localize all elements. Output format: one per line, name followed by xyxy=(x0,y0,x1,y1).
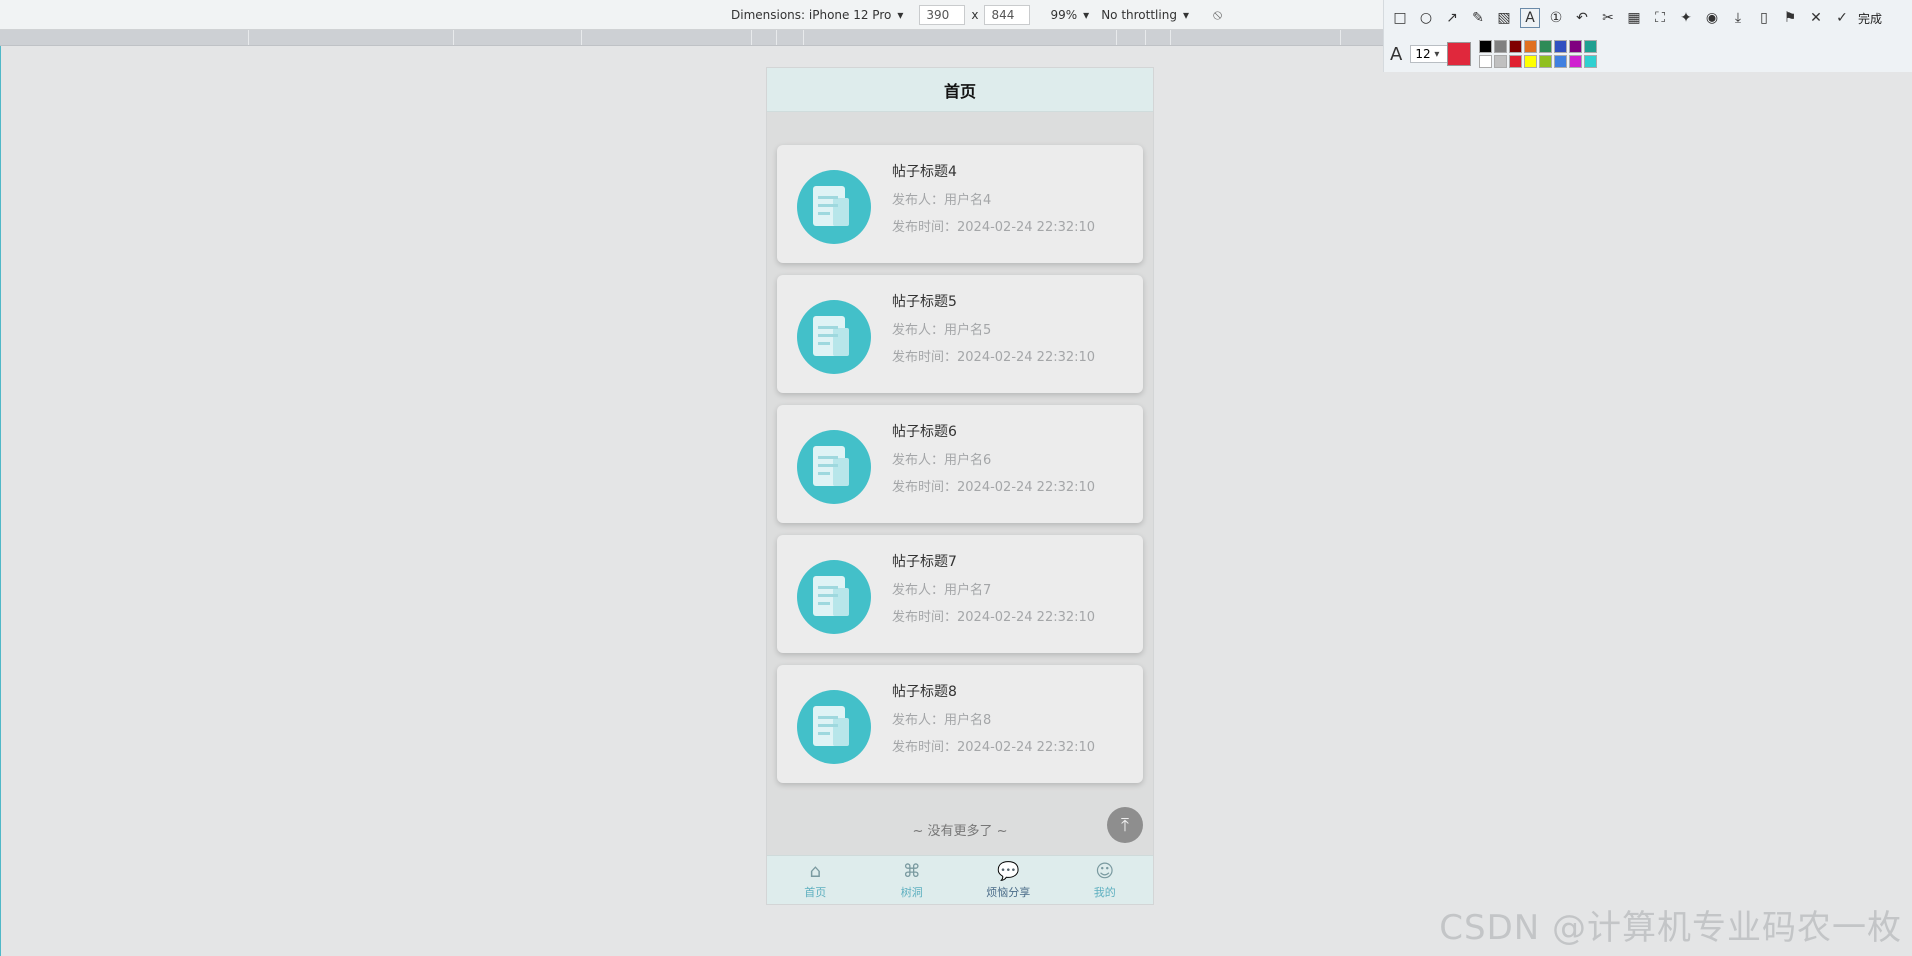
post-author: 发布人：用户名7 xyxy=(892,583,992,598)
times-separator: x xyxy=(971,8,979,22)
pin-icon[interactable]: ✦ xyxy=(1676,8,1696,28)
record-icon[interactable]: ◉ xyxy=(1702,8,1722,28)
chevron-down-icon[interactable]: ▾ xyxy=(1434,49,1439,60)
color-swatch[interactable] xyxy=(1584,40,1598,53)
post-card[interactable]: 帖子标题4 发布人：用户名4 发布时间：2024-02-24 22:32:10 xyxy=(777,145,1143,263)
check-icon[interactable]: ✓ xyxy=(1832,8,1852,28)
home-icon: ⌂ xyxy=(809,860,821,882)
scissors-tool-icon[interactable]: ✂ xyxy=(1598,8,1618,28)
phone-viewport: 首页 帖子标题4 发布人：用户名4 发布时间：2024-02-24 22:32:10… xyxy=(766,67,1154,905)
tab-home[interactable]: ⌂ 首页 xyxy=(767,856,864,904)
tab-label: 首页 xyxy=(804,885,827,899)
device-icon[interactable]: ▯ xyxy=(1754,8,1774,28)
tab-mine[interactable]: ☺ 我的 xyxy=(1057,856,1154,904)
color-swatch[interactable] xyxy=(1584,55,1598,68)
user-icon: ☺ xyxy=(1095,860,1115,882)
color-swatch[interactable] xyxy=(1569,40,1583,53)
color-swatch[interactable] xyxy=(1539,55,1553,68)
done-button[interactable]: 完成 xyxy=(1858,10,1882,27)
undo-icon[interactable]: ↶ xyxy=(1572,8,1592,28)
color-swatch[interactable] xyxy=(1554,55,1568,68)
color-palette xyxy=(1479,40,1598,68)
device-dimensions-group: Dimensions: iPhone 12 Pro ▾ 390 x 844 99… xyxy=(731,5,1222,25)
post-time: 发布时间：2024-02-24 22:32:10 xyxy=(892,740,1096,755)
download-icon[interactable]: ⤓ xyxy=(1728,8,1748,28)
watermark: CSDN @计算机专业码农一枚 xyxy=(1439,908,1902,948)
color-swatch[interactable] xyxy=(1554,40,1568,53)
post-time: 发布时间：2024-02-24 22:32:10 xyxy=(892,480,1096,495)
tab-treehole[interactable]: ⌘ 树洞 xyxy=(864,856,961,904)
text-style-row: A 12 ▾ xyxy=(1390,40,1598,68)
tab-label: 树洞 xyxy=(900,885,923,899)
page-title: 首页 xyxy=(767,68,1153,112)
dimensions-select[interactable]: Dimensions: iPhone 12 Pro xyxy=(731,8,891,22)
post-card[interactable]: 帖子标题8 发布人：用户名8 发布时间：2024-02-24 22:32:10 xyxy=(777,665,1143,783)
tab-share-worries[interactable]: 💬 烦恼分享 xyxy=(960,856,1057,904)
ellipse-tool-icon[interactable]: ○ xyxy=(1416,8,1436,28)
mosaic-tool-icon[interactable]: ▧ xyxy=(1494,8,1514,28)
close-icon[interactable]: ✕ xyxy=(1806,8,1826,28)
rectangle-tool-icon[interactable]: □ xyxy=(1390,8,1410,28)
post-title: 帖子标题6 xyxy=(892,424,957,440)
tab-label: 我的 xyxy=(1093,885,1116,899)
document-icon xyxy=(797,430,871,504)
post-author: 发布人：用户名4 xyxy=(892,193,992,208)
bookmark-icon[interactable]: ⚑ xyxy=(1780,8,1800,28)
color-swatch[interactable] xyxy=(1509,55,1523,68)
chevron-down-icon[interactable]: ▾ xyxy=(897,8,903,22)
color-swatch[interactable] xyxy=(1524,55,1538,68)
post-title: 帖子标题5 xyxy=(892,294,957,310)
post-author: 发布人：用户名5 xyxy=(892,323,992,338)
arrow-tool-icon[interactable]: ↗ xyxy=(1442,8,1462,28)
scan-tool-icon[interactable]: ⛶ xyxy=(1650,8,1670,28)
zoom-select[interactable]: 99% xyxy=(1050,8,1077,22)
color-swatch[interactable] xyxy=(1539,40,1553,53)
treehole-icon: ⌘ xyxy=(902,860,921,882)
post-author: 发布人：用户名6 xyxy=(892,453,992,468)
width-input[interactable]: 390 xyxy=(919,5,966,25)
color-swatch[interactable] xyxy=(1524,40,1538,53)
color-swatch[interactable] xyxy=(1479,40,1493,53)
color-swatch[interactable] xyxy=(1479,55,1493,68)
font-size-icon: A xyxy=(1390,43,1403,65)
document-icon xyxy=(797,560,871,634)
current-color-swatch[interactable] xyxy=(1447,42,1472,66)
color-swatch[interactable] xyxy=(1494,55,1508,68)
pen-tool-icon[interactable]: ✎ xyxy=(1468,8,1488,28)
color-swatch[interactable] xyxy=(1494,40,1508,53)
post-time: 发布时间：2024-02-24 22:32:10 xyxy=(892,350,1096,365)
document-icon xyxy=(797,300,871,374)
post-card[interactable]: 帖子标题7 发布人：用户名7 发布时间：2024-02-24 22:32:10 xyxy=(777,535,1143,653)
document-icon xyxy=(797,170,871,244)
post-title: 帖子标题8 xyxy=(892,684,957,700)
post-card[interactable]: 帖子标题5 发布人：用户名5 发布时间：2024-02-24 22:32:10 xyxy=(777,275,1143,393)
chat-bubble-icon: 💬 xyxy=(997,860,1020,882)
back-to-top-button[interactable]: ⤒ xyxy=(1107,807,1143,843)
ocr-tool-icon[interactable]: ▦ xyxy=(1624,8,1644,28)
tab-bar: ⌂ 首页 ⌘ 树洞 💬 烦恼分享 ☺ 我的 xyxy=(767,855,1154,904)
annotation-tools-row: □ ○ ↗ ✎ ▧ A ① ↶ ✂ ▦ ⛶ ✦ ◉ ⤓ ▯ ⚑ ✕ ✓ 完成 xyxy=(1390,8,1882,28)
post-author: 发布人：用户名8 xyxy=(892,713,992,728)
annotation-toolbar: □ ○ ↗ ✎ ▧ A ① ↶ ✂ ▦ ⛶ ✦ ◉ ⤓ ▯ ⚑ ✕ ✓ 完成 A… xyxy=(1383,0,1912,72)
tab-label: 烦恼分享 xyxy=(986,885,1031,899)
number-tool-icon[interactable]: ① xyxy=(1546,8,1566,28)
post-card[interactable]: 帖子标题6 发布人：用户名6 发布时间：2024-02-24 22:32:10 xyxy=(777,405,1143,523)
post-title: 帖子标题7 xyxy=(892,554,957,570)
arrow-up-icon: ⤒ xyxy=(1121,814,1129,836)
color-swatch[interactable] xyxy=(1509,40,1523,53)
no-more-text: ~ 没有更多了 ~ xyxy=(912,824,1008,839)
height-input[interactable]: 844 xyxy=(984,5,1031,25)
chevron-down-icon[interactable]: ▾ xyxy=(1083,8,1089,22)
chevron-down-icon[interactable]: ▾ xyxy=(1183,8,1189,22)
document-icon xyxy=(797,690,871,764)
throttling-select[interactable]: No throttling xyxy=(1101,8,1177,22)
left-edge-marker xyxy=(0,30,1,956)
post-time: 发布时间：2024-02-24 22:32:10 xyxy=(892,610,1096,625)
post-title: 帖子标题4 xyxy=(892,164,957,180)
post-time: 发布时间：2024-02-24 22:32:10 xyxy=(892,220,1096,235)
text-tool-icon[interactable]: A xyxy=(1520,8,1540,28)
rotate-icon[interactable]: ⦸ xyxy=(1213,7,1222,23)
color-swatch[interactable] xyxy=(1569,55,1583,68)
